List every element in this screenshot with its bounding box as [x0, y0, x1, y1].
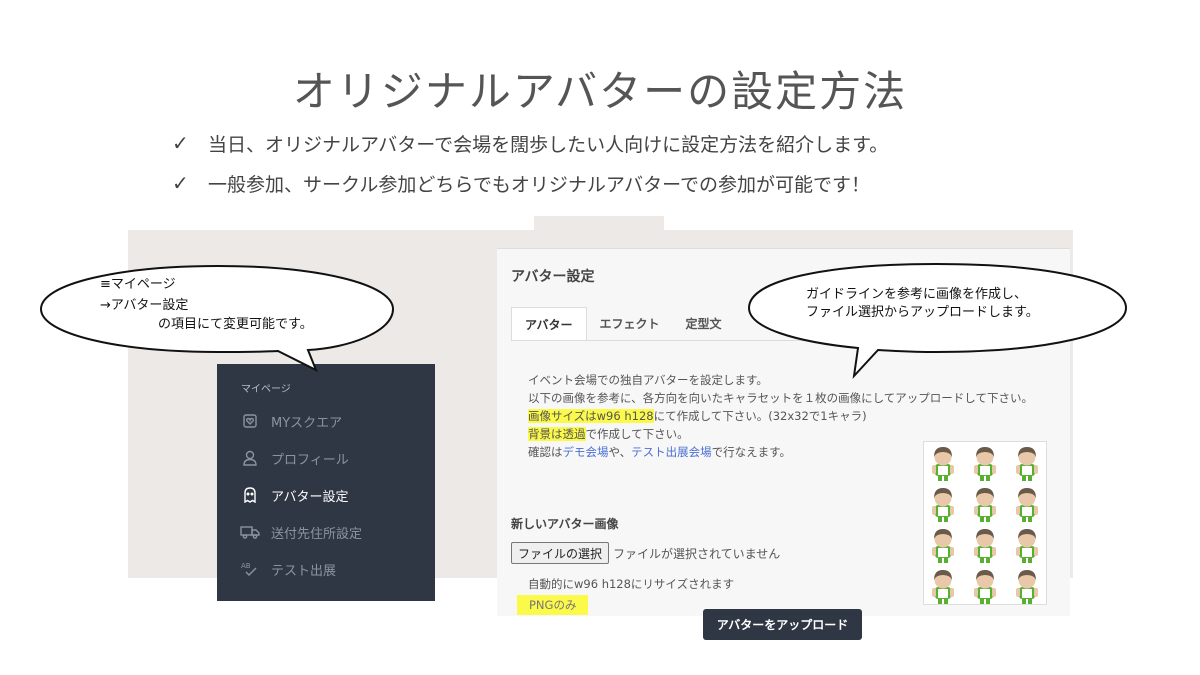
- bullet-text: 一般参加、サークル参加どちらでもオリジナルアバターでの参加が可能です！: [208, 173, 870, 196]
- description-line: 以下の画像を参考に、各方向を向いたキャラセットを１枚の画像にしてアップロードして…: [528, 391, 1033, 405]
- panel-title: アバター設定: [511, 269, 595, 285]
- description-text: 確認は: [528, 445, 563, 459]
- bubble-text: の項目にて変更可能です。: [158, 317, 313, 332]
- heart-frame-icon: [239, 411, 261, 431]
- sample-sprite-sheet: [923, 441, 1047, 605]
- description-line: 画像サイズはw96 h128にて作成して下さい。(32x32で1キャラ): [528, 407, 1033, 425]
- sidebar-item-shipping-address[interactable]: 送付先住所設定: [239, 520, 362, 544]
- bubble-shape: [747, 262, 1128, 380]
- svg-text:AB: AB: [241, 562, 251, 570]
- tab-bar: アバター エフェクト 定型文: [511, 307, 735, 341]
- sidebar-item-avatar-settings[interactable]: アバター設定: [239, 483, 348, 507]
- test-exhibit-venue-link[interactable]: テスト出展会場: [631, 445, 712, 459]
- user-icon: [239, 448, 261, 468]
- sprite-grid: [932, 447, 1038, 604]
- slide-title: オリジナルアバターの設定方法: [292, 67, 908, 116]
- demo-venue-link[interactable]: デモ会場: [563, 445, 609, 459]
- check-icon: ✓: [172, 171, 189, 195]
- tab-phrases[interactable]: 定型文: [673, 307, 735, 341]
- description-text: で行なえます。: [711, 445, 792, 459]
- description-text: にて作成して下さい。(32x32で1キャラ): [653, 409, 867, 423]
- upload-avatar-button[interactable]: アバターをアップロード: [703, 609, 862, 640]
- bullet-item: ✓ 一般参加、サークル参加どちらでもオリジナルアバターでの参加が可能です！: [172, 163, 888, 203]
- sidebar-item-profile[interactable]: プロフィール: [239, 446, 349, 470]
- new-avatar-label: 新しいアバター画像: [511, 517, 619, 531]
- mypage-sidebar: マイページ MYスクエア プロフィール アバター設定 送付先住所設定 AB テス…: [217, 364, 435, 601]
- description-text: で作成して下さい。: [585, 427, 689, 441]
- right-speech-bubble: ガイドラインを参考に画像を作成し、 ファイル選択からアップロードします。: [746, 262, 1130, 382]
- bubble-text: ガイドラインを参考に画像を作成し、: [806, 287, 1028, 302]
- tab-avatar[interactable]: アバター: [511, 307, 587, 341]
- sidebar-heading: マイページ: [241, 384, 291, 395]
- tab-effect[interactable]: エフェクト: [587, 307, 673, 341]
- check-icon: ✓: [172, 131, 189, 155]
- highlight-transparent: 背景は透過: [528, 427, 586, 441]
- choose-file-button[interactable]: ファイルの選択: [511, 542, 610, 564]
- bubble-text: ≡マイページ: [100, 277, 176, 292]
- highlight-image-size: 画像サイズはw96 h128: [528, 409, 654, 423]
- sidebar-item-my-square[interactable]: MYスクエア: [239, 409, 342, 433]
- ab-check-icon: AB: [239, 559, 261, 579]
- sidebar-item-label: テスト出展: [271, 563, 337, 579]
- file-status: ファイルが選択されていません: [613, 547, 781, 561]
- sidebar-item-label: MYスクエア: [271, 415, 343, 431]
- truck-icon: [239, 522, 261, 542]
- ghost-icon: [239, 485, 261, 505]
- png-only-note: PNGのみ: [517, 595, 589, 615]
- bubble-text: →アバター設定: [100, 298, 189, 313]
- sidebar-item-label: アバター設定: [271, 489, 349, 505]
- left-speech-bubble: ≡マイページ →アバター設定 の項目にて変更可能です。: [38, 264, 398, 374]
- sidebar-item-label: プロフィール: [271, 452, 349, 468]
- sidebar-item-label: 送付先住所設定: [271, 526, 363, 542]
- bullet-list: ✓ 当日、オリジナルアバターで会場を闊歩したい人向けに設定方法を紹介します。 ✓…: [172, 123, 888, 203]
- resize-note: 自動的にw96 h128にリサイズされます: [528, 577, 735, 591]
- bullet-text: 当日、オリジナルアバターで会場を闊歩したい人向けに設定方法を紹介します。: [208, 133, 889, 156]
- description-text: や、: [608, 445, 632, 459]
- sidebar-item-test-exhibit[interactable]: AB テスト出展: [239, 557, 336, 581]
- bubble-text: ファイル選択からアップロードします。: [806, 305, 1039, 320]
- bullet-item: ✓ 当日、オリジナルアバターで会場を闊歩したい人向けに設定方法を紹介します。: [172, 123, 888, 163]
